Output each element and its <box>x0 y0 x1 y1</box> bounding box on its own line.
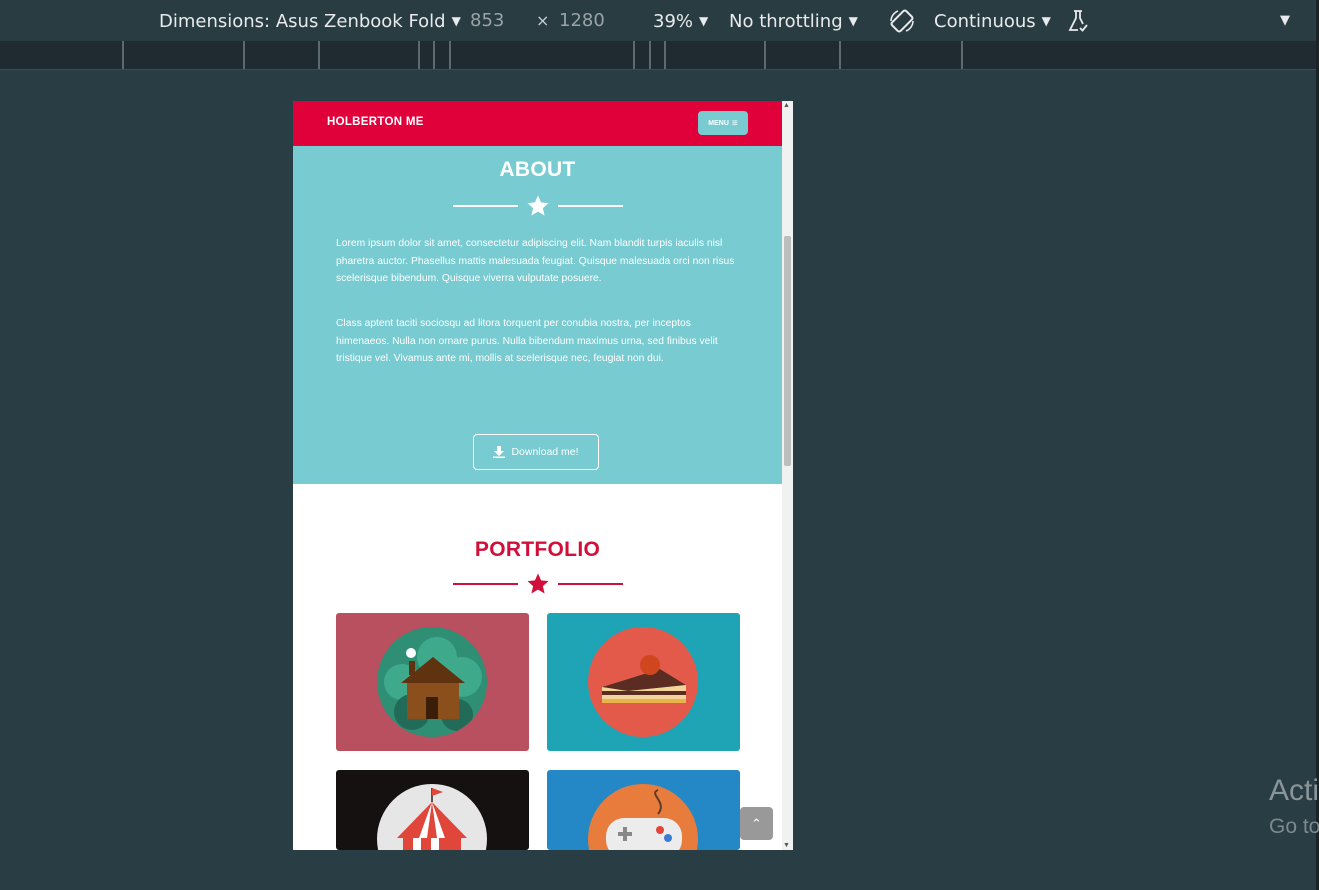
zoom-label: 39% <box>653 11 694 32</box>
height-input[interactable]: 1280 <box>559 9 605 33</box>
ruler-tick <box>122 41 124 69</box>
ruler-tick <box>764 41 766 69</box>
throttling-dropdown[interactable]: No throttling ▼ <box>729 9 858 34</box>
cabin-icon <box>377 627 487 737</box>
chevron-down-icon: ▼ <box>451 14 461 28</box>
zoom-dropdown[interactable]: 39% ▼ <box>653 9 708 34</box>
about-title: ABOUT <box>499 158 576 181</box>
menu-button[interactable]: MENU ≡ <box>698 111 748 135</box>
ruler-tick <box>449 41 451 69</box>
ruler-tick <box>418 41 420 69</box>
about-paragraph: Lorem ipsum dolor sit amet, consectetur … <box>336 238 735 284</box>
download-label: Download me! <box>511 446 579 458</box>
times-icon: × <box>536 11 550 30</box>
divider-line <box>453 583 518 585</box>
chevron-down-icon: ▼ <box>1041 14 1051 28</box>
portfolio-divider <box>453 573 623 594</box>
ruler-tick <box>649 41 651 69</box>
ruler-tick <box>839 41 841 69</box>
site-navbar: HOLBERTON ME MENU ≡ <box>293 101 782 146</box>
chevron-down-icon: ▼ <box>699 14 709 28</box>
portfolio-tile-cake[interactable] <box>547 613 740 751</box>
hamburger-icon: ≡ <box>731 117 738 129</box>
portfolio-tile-cabin[interactable] <box>336 613 529 751</box>
site-brand[interactable]: HOLBERTON ME <box>327 116 424 128</box>
ruler-tick <box>664 41 666 69</box>
activation-watermark-title: Acti <box>1269 774 1319 807</box>
about-paragraph: Class aptent taciti sociosqu ad litora t… <box>336 318 718 364</box>
page-scrollbar[interactable]: ▲ ▼ <box>782 101 793 850</box>
download-button[interactable]: Download me! <box>473 434 599 470</box>
about-section: ABOUT Lorem ipsum dolor sit amet, consec… <box>293 146 782 484</box>
portfolio-section: PORTFOLIO <box>293 484 782 850</box>
dimensions-label: Dimensions: Asus Zenbook Fold <box>159 11 446 32</box>
divider-line <box>453 205 518 207</box>
star-icon <box>527 573 549 594</box>
flask-icon[interactable] <box>1066 9 1090 40</box>
rotate-icon[interactable] <box>888 7 916 42</box>
ruler-tick <box>318 41 320 69</box>
portfolio-title: PORTFOLIO <box>474 538 601 561</box>
circus-tent-icon <box>377 784 487 850</box>
ruler-tick <box>961 41 963 69</box>
game-controller-icon <box>588 784 698 850</box>
ruler-tick <box>633 41 635 69</box>
about-divider <box>453 195 623 216</box>
mode-dropdown[interactable]: Continuous ▼ <box>934 9 1051 34</box>
chevron-up-icon: ⌃ <box>751 815 762 831</box>
ruler-tick <box>433 41 435 69</box>
cake-icon <box>588 627 698 737</box>
media-query-ruler[interactable] <box>0 41 1316 70</box>
width-input[interactable]: 853 <box>470 9 504 33</box>
portfolio-tile-game[interactable] <box>547 770 740 850</box>
throttling-label: No throttling <box>729 11 843 32</box>
download-icon <box>493 446 506 458</box>
chevron-down-icon: ▼ <box>848 14 858 28</box>
device-toolbar: Dimensions: Asus Zenbook Fold ▼ 853 × 128… <box>0 0 1319 42</box>
mode-label: Continuous <box>934 11 1036 32</box>
scrollbar-thumb[interactable] <box>784 236 791 466</box>
scroll-up-arrow-icon[interactable]: ▲ <box>783 102 790 109</box>
dimensions-dropdown[interactable]: Dimensions: Asus Zenbook Fold ▼ <box>159 9 461 34</box>
device-viewport: HOLBERTON ME MENU ≡ ABOUT Lorem ipsum do… <box>293 101 793 850</box>
more-options-icon[interactable]: ▼ <box>1280 9 1290 33</box>
scroll-down-arrow-icon[interactable]: ▼ <box>783 842 790 849</box>
activation-watermark-subtitle: Go to <box>1269 815 1319 838</box>
star-icon <box>527 195 549 216</box>
back-to-top-button[interactable]: ⌃ <box>740 807 773 840</box>
menu-label: MENU <box>708 119 729 127</box>
divider-line <box>558 583 623 585</box>
ruler-tick <box>243 41 245 69</box>
portfolio-tile-circus[interactable] <box>336 770 529 850</box>
divider-line <box>558 205 623 207</box>
